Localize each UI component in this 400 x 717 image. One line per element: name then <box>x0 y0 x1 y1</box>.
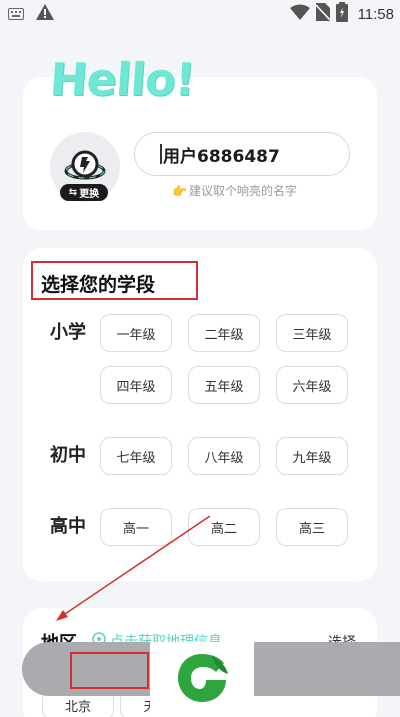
keyboard-icon <box>8 5 24 24</box>
grade-button-4[interactable]: 四年级 <box>100 366 172 404</box>
app-logo <box>150 642 254 717</box>
nickname-hint-text: 建议取个响亮的名字 <box>188 184 297 198</box>
change-avatar-button[interactable]: ⇆ 更换 <box>60 184 108 201</box>
grade-button-9[interactable]: 九年级 <box>276 437 348 475</box>
grade-button-6[interactable]: 六年级 <box>276 366 348 404</box>
clock: 11:58 <box>357 5 394 23</box>
grade-button-3[interactable]: 三年级 <box>276 314 348 352</box>
grade-button-2[interactable]: 二年级 <box>188 314 260 352</box>
battery-icon <box>335 2 348 26</box>
grade-button-senior-1[interactable]: 高一 <box>100 508 172 546</box>
middle-school-label: 初中 <box>50 445 86 466</box>
text-caret <box>160 144 162 164</box>
wifi-icon <box>289 4 310 24</box>
change-avatar-label: 更换 <box>79 189 100 200</box>
nickname-hint: 👉 建议取个响亮的名字 <box>172 182 297 199</box>
high-school-label: 高中 <box>50 516 86 537</box>
grade-button-senior-2[interactable]: 高二 <box>188 508 260 546</box>
grade-button-7[interactable]: 七年级 <box>100 437 172 475</box>
overlay-highlight-box <box>70 652 149 689</box>
hello-heading: Hello! <box>48 53 197 106</box>
green-leaf-logo-icon <box>172 648 232 712</box>
grade-button-1[interactable]: 一年级 <box>100 314 172 352</box>
primary-school-label: 小学 <box>50 322 86 343</box>
warning-icon <box>36 4 54 24</box>
grade-button-5[interactable]: 五年级 <box>188 366 260 404</box>
pointing-hand-icon: 👉 <box>172 183 187 198</box>
grade-button-8[interactable]: 八年级 <box>188 437 260 475</box>
no-sim-icon <box>315 3 331 25</box>
swap-icon: ⇆ <box>68 187 78 198</box>
grade-button-senior-3[interactable]: 高三 <box>276 508 348 546</box>
status-bar: 11:58 <box>0 0 400 24</box>
nickname-input[interactable] <box>134 132 350 176</box>
grade-section-title: 选择您的学段 <box>41 274 156 296</box>
